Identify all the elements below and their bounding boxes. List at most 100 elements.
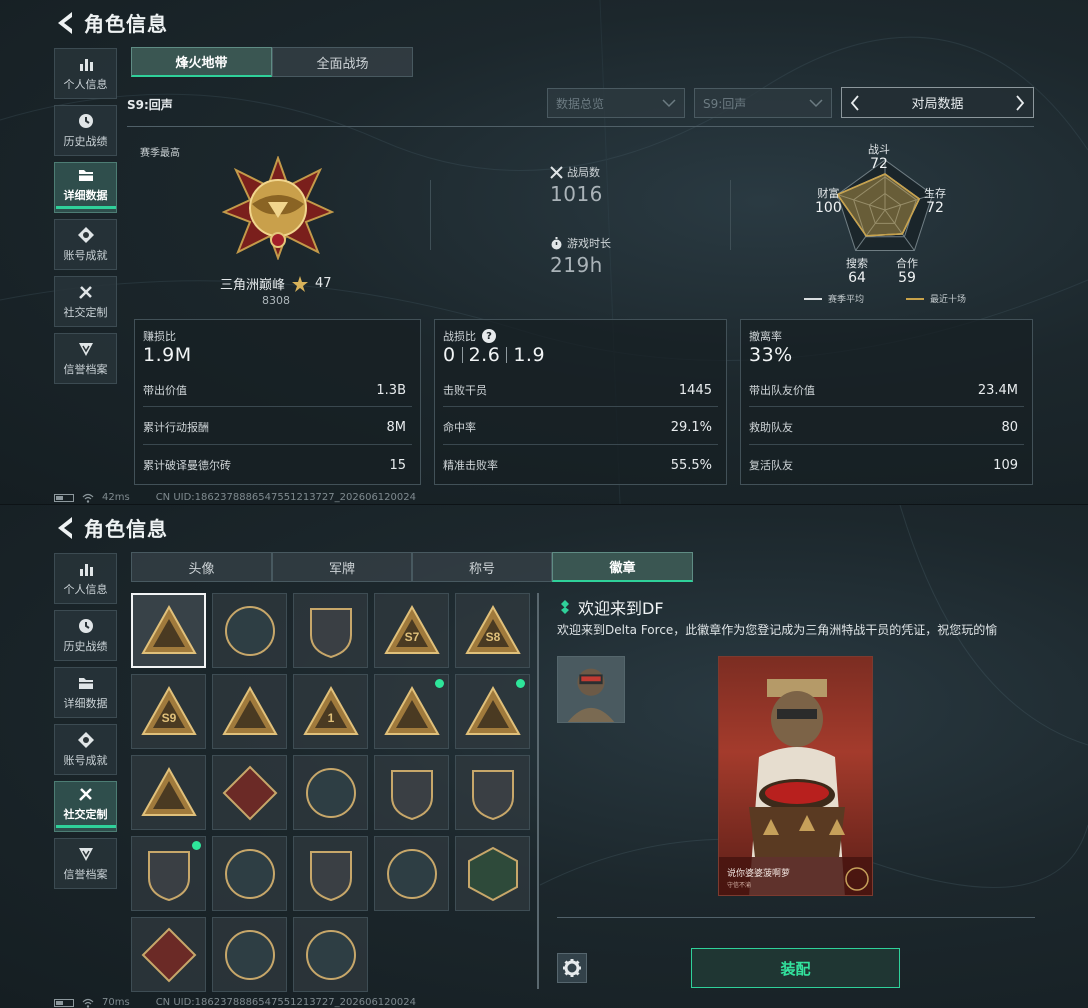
badge-cell[interactable] — [374, 836, 449, 911]
badge-cell[interactable] — [131, 917, 206, 992]
row-label: 累计行动报酬 — [143, 421, 209, 434]
radar-axis-survival: 生存 72 — [924, 186, 946, 216]
clock-icon — [78, 114, 93, 128]
sidebar-item-history[interactable]: 历史战绩 — [54, 610, 117, 661]
status-footer: 42ms CN UID:1862378886547551213727_20260… — [54, 492, 416, 503]
badge-cell[interactable] — [293, 593, 368, 668]
profit-card: 赚损比 1.9M 带出价值 1.3B 累计行动报酬 8M 累计破译曼德尔砖 15 — [134, 319, 421, 485]
svg-text:1: 1 — [327, 711, 334, 725]
legend-swatch — [906, 297, 925, 300]
rank-score: 8308 — [262, 294, 290, 307]
badge-cell[interactable]: S7 — [374, 593, 449, 668]
badge-cell[interactable]: S9 — [131, 674, 206, 749]
badge-cell[interactable] — [374, 674, 449, 749]
badge-cell[interactable] — [212, 836, 287, 911]
legend-label: 赛季平均 — [828, 295, 865, 305]
cup-triangle-badge-icon — [383, 685, 440, 735]
row-value: 109 — [993, 457, 1018, 473]
operator-portrait — [719, 679, 872, 895]
back-arrow-icon[interactable] — [54, 10, 76, 36]
uid-text: CN UID:1862378886547551213727_2026061200… — [155, 492, 416, 503]
s8-triangle-badge-icon: S8 — [464, 604, 521, 654]
rose-badge-icon — [222, 765, 277, 820]
divider — [127, 126, 1034, 127]
scrollbar[interactable] — [537, 593, 539, 989]
ribbon-shield-badge-icon — [471, 769, 514, 820]
reputation-icon — [78, 343, 93, 356]
sidebar-item-reputation[interactable]: 信誉档案 — [54, 838, 117, 889]
operator-card: 说你婆婆菠啊萝 守信不渝 — [718, 656, 873, 896]
badge-cell[interactable] — [212, 917, 287, 992]
chevron-down-icon — [662, 98, 676, 107]
help-icon[interactable]: ? — [482, 329, 496, 343]
clock-icon — [78, 619, 93, 633]
season-dropdown[interactable]: S9:回声 — [694, 88, 832, 118]
radar-axis-search: 搜索 64 — [846, 256, 868, 286]
badge-cell[interactable] — [131, 836, 206, 911]
badge-cell[interactable] — [212, 755, 287, 830]
kd-value-part: 1.9 — [513, 344, 546, 366]
sidebar-item-details[interactable]: 详细数据 — [54, 162, 117, 213]
chevron-right-icon[interactable] — [1015, 94, 1025, 111]
crossed-swords-icon — [550, 165, 563, 179]
overview-dropdown[interactable]: 数据总览 — [547, 88, 685, 118]
bar-chart-icon — [79, 564, 93, 576]
divider — [443, 406, 718, 407]
sidebar-item-achievements[interactable]: 账号成就 — [54, 724, 117, 775]
achievement-icon — [77, 732, 94, 748]
stat-row: 带出价值 1.3B — [143, 380, 406, 400]
sidebar-item-social[interactable]: 社交定制 — [54, 276, 117, 327]
s9-triangle-badge-icon: S9 — [140, 685, 197, 735]
tab-badge[interactable]: 徽章 — [552, 552, 693, 582]
radar-axis-label: 搜索 — [846, 257, 868, 270]
badge-cell[interactable]: S8 — [455, 593, 530, 668]
radar-axis-value: 72 — [870, 156, 888, 172]
gear-icon — [563, 959, 581, 977]
tab-avatar[interactable]: 头像 — [131, 552, 272, 582]
badge-cell[interactable] — [131, 755, 206, 830]
settings-button[interactable] — [557, 953, 587, 983]
badge-cell[interactable] — [212, 674, 287, 749]
equip-button[interactable]: 装配 — [691, 948, 900, 988]
row-label: 击败干员 — [443, 384, 487, 397]
sidebar-item-label: 个人信息 — [63, 78, 108, 91]
wolf-badge-icon — [224, 929, 275, 980]
svg-text:S7: S7 — [404, 630, 419, 644]
sidebar-item-achievements[interactable]: 账号成就 — [54, 219, 117, 270]
badge-cell[interactable] — [293, 917, 368, 992]
radar-axis-combat: 战斗 72 — [868, 142, 890, 172]
sidebar-item-details[interactable]: 详细数据 — [54, 667, 117, 718]
tab-full-battlefield[interactable]: 全面战场 — [272, 47, 413, 77]
metric-value: 219h — [550, 253, 603, 277]
badge-cell[interactable] — [374, 755, 449, 830]
sidebar-item-label: 详细数据 — [63, 697, 108, 710]
tab-title[interactable]: 称号 — [412, 552, 552, 582]
stat-row: 击败干员 1445 — [443, 380, 712, 400]
row-value: 15 — [389, 457, 406, 473]
badge-cell[interactable] — [212, 593, 287, 668]
badge-cell[interactable] — [293, 836, 368, 911]
sidebar-item-reputation[interactable]: 信誉档案 — [54, 333, 117, 384]
sidebar-item-profile[interactable]: 个人信息 — [54, 48, 117, 99]
sidebar-item-profile[interactable]: 个人信息 — [54, 553, 117, 604]
badge-cell[interactable] — [131, 593, 206, 668]
ping-value: 42ms — [102, 492, 130, 503]
sidebar-item-social[interactable]: 社交定制 — [54, 781, 117, 832]
chevron-left-icon[interactable] — [850, 94, 860, 111]
radar-legend: 赛季平均 最近十场 — [804, 292, 966, 305]
badge-cell[interactable]: 1 — [293, 674, 368, 749]
sidebar-item-label: 信誉档案 — [63, 363, 108, 376]
badge-cell[interactable] — [455, 836, 530, 911]
stopwatch-icon — [551, 236, 562, 249]
sidebar-item-history[interactable]: 历史战绩 — [54, 105, 117, 156]
tab-warzone[interactable]: 烽火地带 — [131, 47, 272, 77]
badge-cell[interactable] — [293, 755, 368, 830]
tab-dogtag[interactable]: 军牌 — [272, 552, 412, 582]
badge-detail-title: 欢迎来到DF — [560, 595, 664, 619]
row-value: 23.4M — [977, 382, 1018, 398]
badge-cell[interactable] — [455, 755, 530, 830]
sidebar: 个人信息 历史战绩 详细数据 账号成就 社交定制 信誉档案 — [54, 553, 118, 895]
operator-avatar — [557, 656, 625, 723]
back-arrow-icon[interactable] — [54, 515, 76, 541]
badge-cell[interactable] — [455, 674, 530, 749]
